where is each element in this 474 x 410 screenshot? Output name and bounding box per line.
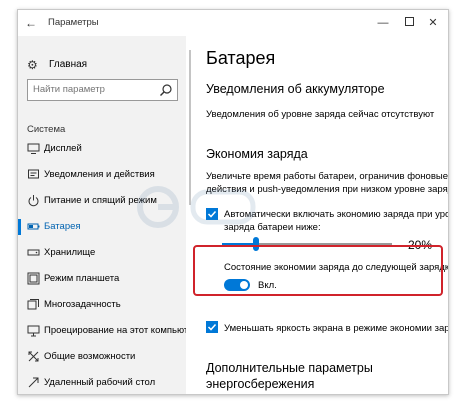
more-settings-heading-line1: Дополнительные параметры xyxy=(206,361,373,375)
active-indicator xyxy=(18,219,21,235)
storage-icon xyxy=(27,246,40,259)
sidebar-item-notifications[interactable]: Уведомления и действия xyxy=(18,164,186,186)
shared-experiences-icon xyxy=(27,350,40,363)
sidebar-item-remote-desktop[interactable]: Удаленный рабочий стол xyxy=(18,372,186,394)
sidebar-item-label: Многозадачность xyxy=(44,299,121,310)
search-input[interactable] xyxy=(33,84,153,95)
page-title: Батарея xyxy=(206,48,276,68)
minimize-button[interactable]: — xyxy=(372,13,394,33)
sidebar-item-label: Проецирование на этот компьютер xyxy=(44,325,199,336)
power-icon xyxy=(27,194,40,207)
battery-icon xyxy=(27,220,40,233)
search-box[interactable] xyxy=(27,79,178,101)
highlight-frame xyxy=(193,245,443,296)
sidebar-home-label: Главная xyxy=(49,59,88,70)
notifications-text: Уведомления об уровне заряда сейчас отсу… xyxy=(206,109,435,120)
lower-brightness-checkbox[interactable] xyxy=(206,321,218,333)
sidebar-item-label: Уведомления и действия xyxy=(44,169,155,180)
display-icon xyxy=(27,142,40,155)
scrollbar[interactable] xyxy=(189,50,191,205)
sidebar-item-label: Дисплей xyxy=(44,143,82,154)
maximize-icon xyxy=(404,17,414,26)
sidebar-home[interactable]: ⚙ Главная xyxy=(27,56,177,76)
close-button[interactable]: ✕ xyxy=(422,13,444,33)
more-settings-heading-line2: энергосбережения xyxy=(206,377,315,391)
battery-saver-heading: Экономия заряда xyxy=(206,147,308,161)
sidebar-item-label: Хранилище xyxy=(44,247,96,258)
sidebar-item-storage[interactable]: Хранилище xyxy=(18,242,186,264)
search-icon[interactable] xyxy=(159,83,173,97)
sidebar-item-projecting[interactable]: Проецирование на этот компьютер xyxy=(18,320,199,342)
sidebar-item-label: Удаленный рабочий стол xyxy=(44,377,156,388)
notifications-heading: Уведомления об аккумуляторе xyxy=(206,82,385,96)
sidebar-item-label: Батарея xyxy=(44,221,81,232)
projecting-icon xyxy=(27,324,40,337)
maximize-button[interactable] xyxy=(398,13,420,33)
sidebar-item-shared-experiences[interactable]: Общие возможности xyxy=(18,346,186,368)
tablet-mode-icon xyxy=(27,272,40,285)
sidebar-item-display[interactable]: Дисплей xyxy=(18,138,186,160)
remote-desktop-icon xyxy=(27,376,40,389)
sidebar-item-tablet-mode[interactable]: Режим планшета xyxy=(18,268,186,290)
back-arrow-icon[interactable]: ← xyxy=(22,14,40,32)
sidebar-item-label: Общие возможности xyxy=(44,351,136,362)
sidebar-item-multitasking[interactable]: Многозадачность xyxy=(18,294,186,316)
gear-icon: ⚙ xyxy=(27,58,38,72)
battery-saver-desc-line1: Увеличьте время работы батареи, ограничи… xyxy=(206,171,448,182)
notifications-icon xyxy=(27,168,40,181)
multitasking-icon xyxy=(27,298,40,311)
watermark-logo xyxy=(137,186,256,228)
sidebar-item-label: Режим планшета xyxy=(44,273,120,284)
title-bar: ← Параметры — ✕ xyxy=(18,10,448,36)
window-title: Параметры xyxy=(48,17,99,28)
lower-brightness-label: Уменьшать яркость экрана в режиме эконом… xyxy=(224,323,449,334)
sidebar-section-label: Система xyxy=(27,124,66,135)
